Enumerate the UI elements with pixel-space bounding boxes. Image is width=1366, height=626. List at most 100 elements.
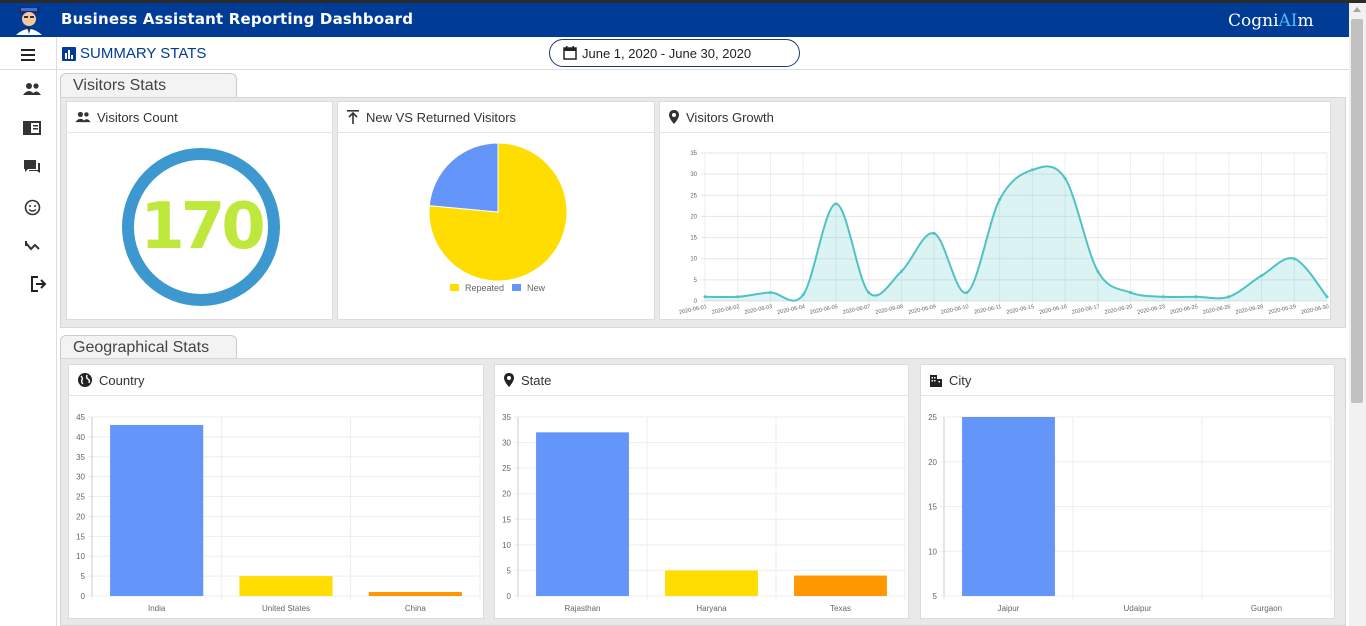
state-bar-chart: 0 5 10 15 20 25 30 35 Rajasthan Haryana Texas <box>502 413 906 613</box>
sidebar <box>0 37 57 626</box>
growth-point <box>1260 274 1264 278</box>
book-icon[interactable] <box>22 118 42 138</box>
upload-arrow-icon <box>347 110 359 124</box>
growth-point <box>736 295 740 299</box>
y-tick-label: 30 <box>76 473 85 482</box>
growth-point <box>867 291 871 295</box>
y-tick-label: 25 <box>502 464 511 473</box>
users-icon[interactable] <box>22 79 42 99</box>
scroll-up-arrow-icon[interactable] <box>1353 7 1361 12</box>
x-tick-label: 2020-06-15 <box>1006 304 1035 316</box>
y-tick-label: 15 <box>76 532 85 541</box>
y-tick-label: 5 <box>507 566 512 575</box>
geographical-stats-tab[interactable]: Geographical Stats <box>60 335 237 359</box>
x-tick-label: 2020-06-02 <box>711 304 740 316</box>
y-tick-label: 35 <box>502 413 511 422</box>
growth-point <box>834 202 838 206</box>
growth-point <box>1030 168 1034 172</box>
legend-swatch-new <box>512 284 521 291</box>
summary-stats-title: SUMMARY STATS <box>62 45 206 62</box>
logo-text: ogni <box>1241 11 1279 31</box>
y-tick-label: 25 <box>928 413 937 422</box>
growth-point <box>1161 295 1165 299</box>
country-header: Country <box>69 365 483 396</box>
x-tick-label: Gurgaon <box>1251 604 1282 613</box>
new-vs-returned-title: New VS Returned Visitors <box>366 109 517 125</box>
visitors-count-value: 170 <box>140 190 266 264</box>
bar-india <box>110 424 204 596</box>
smiley-icon[interactable] <box>22 197 42 217</box>
growth-point <box>1096 269 1100 273</box>
state-card: State 0 5 10 15 20 25 30 35 Rajasthan Haryana Texa… <box>494 364 909 619</box>
sub-toolbar: SUMMARY STATS June 1, 2020 - June 30, 20… <box>57 37 1349 70</box>
city-header: City <box>921 365 1334 396</box>
growth-point <box>965 291 969 295</box>
date-range-picker[interactable]: June 1, 2020 - June 30, 2020 <box>549 39 800 67</box>
x-tick-label: 2020-06-05 <box>810 304 839 316</box>
y-tick-label: 20 <box>690 214 697 220</box>
x-tick-label: 2020-06-07 <box>842 304 871 316</box>
bar-jaipur <box>962 417 1055 596</box>
chat-icon[interactable] <box>22 157 42 177</box>
users-icon <box>75 111 91 123</box>
y-tick-label: 15 <box>928 503 937 512</box>
visitors-count-ring: 170 <box>122 148 280 306</box>
chart-icon <box>62 46 76 61</box>
x-tick-label: 2020-06-25 <box>1170 304 1199 316</box>
bar-rajasthan <box>536 432 629 596</box>
country-title: Country <box>99 372 145 388</box>
visitors-growth-area-chart: 0 5 10 15 20 25 30 35 2020-06-01 2020-06-02 2020-0… <box>679 151 1330 316</box>
visitors-stats-tab[interactable]: Visitors Stats <box>60 73 237 97</box>
x-tick-label: Rajasthan <box>564 604 600 613</box>
legend-label-repeated: Repeated <box>465 283 504 293</box>
x-tick-label: 2020-06-16 <box>1039 304 1068 316</box>
y-tick-label: 15 <box>690 236 697 242</box>
visitors-count-title: Visitors Count <box>97 109 178 125</box>
app-title: Business Assistant Reporting Dashboard <box>61 10 414 28</box>
x-tick-label: 2020-06-09 <box>908 304 937 316</box>
y-tick-label: 10 <box>76 552 85 561</box>
app-header: Business Assistant Reporting Dashboard C… <box>0 3 1366 37</box>
trend-icon[interactable] <box>22 236 42 256</box>
y-tick-label: 5 <box>933 592 938 601</box>
growth-point <box>932 231 936 235</box>
building-icon <box>930 375 942 387</box>
growth-point <box>1227 295 1231 299</box>
y-tick-label: 25 <box>76 493 85 502</box>
page-scrollbar[interactable] <box>1349 3 1366 626</box>
country-card: Country 0 5 10 15 20 25 30 35 40 45 India United St… <box>68 364 484 619</box>
y-tick-label: 10 <box>690 257 697 263</box>
bar-haryana <box>665 570 758 596</box>
map-pin-icon <box>504 373 514 387</box>
scrollbar-thumb[interactable] <box>1351 19 1363 403</box>
x-tick-label: 2020-06-29 <box>1268 304 1297 316</box>
x-tick-label: Haryana <box>696 604 727 613</box>
sidebar-divider <box>0 69 57 70</box>
globe-icon <box>78 373 92 387</box>
y-tick-label: 10 <box>502 541 511 550</box>
x-tick-label: 2020-06-28 <box>1235 304 1264 316</box>
growth-point <box>703 295 707 299</box>
x-tick-label: 2020-06-17 <box>1071 304 1100 316</box>
growth-point <box>1194 295 1198 299</box>
legend-swatch-repeated <box>450 284 459 291</box>
bar-texas <box>794 575 887 596</box>
visitors-growth-title: Visitors Growth <box>686 109 774 125</box>
growth-point <box>998 198 1002 202</box>
y-tick-label: 15 <box>502 515 511 524</box>
visitors-growth-card: Visitors Growth 0 5 10 15 20 25 30 35 2020-06-01… <box>659 101 1331 320</box>
y-tick-label: 35 <box>76 453 85 462</box>
logout-icon[interactable] <box>28 274 48 294</box>
cogniaim-logo: C ogni AI m <box>1228 9 1314 33</box>
y-tick-label: 10 <box>928 547 937 556</box>
growth-point <box>1129 291 1133 295</box>
legend-label-new: New <box>527 283 546 293</box>
growth-point <box>768 291 772 295</box>
y-tick-label: 20 <box>502 490 511 499</box>
logo-end: m <box>1297 11 1314 31</box>
map-pin-icon <box>669 110 679 124</box>
growth-point <box>1292 257 1296 261</box>
menu-icon[interactable] <box>18 47 40 63</box>
bar-united-states <box>239 576 333 596</box>
city-bar-chart: 5 10 15 20 25 Jaipur Udaipur Gurgaon <box>928 413 1332 613</box>
